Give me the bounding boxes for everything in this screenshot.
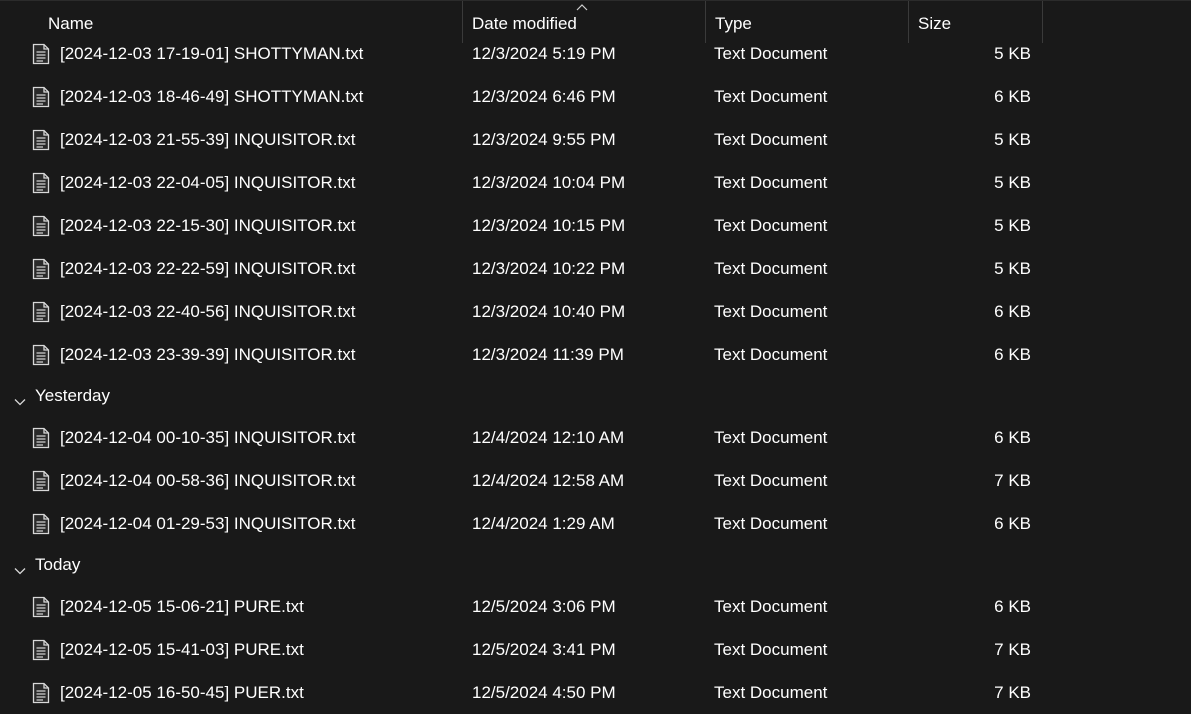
file-size: 7 KB xyxy=(994,640,1031,659)
column-header-type[interactable]: Type xyxy=(705,1,908,43)
column-header-size[interactable]: Size xyxy=(908,1,1043,43)
file-name: [2024-12-03 22-40-56] INQUISITOR.txt xyxy=(60,302,356,321)
text-file-icon xyxy=(32,427,50,449)
file-type: Text Document xyxy=(714,216,828,235)
file-name: [2024-12-04 00-58-36] INQUISITOR.txt xyxy=(60,471,356,490)
file-type: Text Document xyxy=(714,259,828,278)
column-header-size-label: Size xyxy=(918,14,952,33)
file-row[interactable]: [2024-12-04 00-58-36] INQUISITOR.txt 12/4… xyxy=(0,459,1191,502)
file-name: [2024-12-04 00-10-35] INQUISITOR.txt xyxy=(60,428,356,447)
file-row[interactable]: [2024-12-03 22-22-59] INQUISITOR.txt 12/3… xyxy=(0,247,1191,290)
sort-up-icon xyxy=(576,4,588,11)
file-size: 6 KB xyxy=(994,345,1031,364)
file-date-modified: 12/3/2024 10:04 PM xyxy=(472,173,626,192)
text-file-icon xyxy=(32,43,50,65)
file-row[interactable]: [2024-12-03 18-46-49] SHOTTYMAN.txt 12/3/… xyxy=(0,75,1191,118)
file-size: 6 KB xyxy=(994,597,1031,616)
column-header-name[interactable]: Name xyxy=(39,1,462,43)
file-row[interactable]: [2024-12-03 22-15-30] INQUISITOR.txt 12/3… xyxy=(0,204,1191,247)
text-file-icon xyxy=(32,129,50,151)
text-file-icon xyxy=(32,215,50,237)
file-date-modified: 12/4/2024 12:10 AM xyxy=(472,428,625,447)
file-type: Text Document xyxy=(714,130,828,149)
file-row[interactable]: [2024-12-03 22-04-05] INQUISITOR.txt 12/3… xyxy=(0,161,1191,204)
file-type: Text Document xyxy=(714,302,828,321)
file-type: Text Document xyxy=(714,597,828,616)
file-date-modified: 12/3/2024 6:46 PM xyxy=(472,87,616,106)
column-header-type-label: Type xyxy=(715,14,752,33)
text-file-icon xyxy=(32,596,50,618)
file-size: 5 KB xyxy=(994,259,1031,278)
file-type: Text Document xyxy=(714,345,828,364)
chevron-down-icon[interactable] xyxy=(14,391,26,406)
column-header-date-modified[interactable]: Date modified xyxy=(462,1,705,43)
file-name: [2024-12-03 22-15-30] INQUISITOR.txt xyxy=(60,216,356,235)
chevron-down-icon[interactable] xyxy=(14,560,26,575)
text-file-icon xyxy=(32,301,50,323)
text-file-icon xyxy=(32,86,50,108)
file-name: [2024-12-03 22-22-59] INQUISITOR.txt xyxy=(60,259,356,278)
file-row[interactable]: [2024-12-03 23-39-39] INQUISITOR.txt 12/3… xyxy=(0,333,1191,376)
file-date-modified: 12/4/2024 1:29 AM xyxy=(472,514,615,533)
file-size: 5 KB xyxy=(994,216,1031,235)
text-file-icon xyxy=(32,470,50,492)
group-header[interactable]: Today xyxy=(0,547,1191,583)
column-header-date-label: Date modified xyxy=(472,14,577,33)
file-name: [2024-12-04 01-29-53] INQUISITOR.txt xyxy=(60,514,356,533)
file-date-modified: 12/3/2024 9:55 PM xyxy=(472,130,616,149)
file-size: 6 KB xyxy=(994,514,1031,533)
file-date-modified: 12/3/2024 10:22 PM xyxy=(472,259,626,278)
file-row[interactable]: [2024-12-05 15-06-21] PURE.txt 12/5/2024 … xyxy=(0,585,1191,628)
file-date-modified: 12/5/2024 3:06 PM xyxy=(472,597,616,616)
file-name: [2024-12-03 22-04-05] INQUISITOR.txt xyxy=(60,173,356,192)
file-row[interactable]: [2024-12-04 00-10-35] INQUISITOR.txt 12/4… xyxy=(0,416,1191,459)
text-file-icon xyxy=(32,258,50,280)
file-type: Text Document xyxy=(714,173,828,192)
file-size: 5 KB xyxy=(994,130,1031,149)
file-size: 6 KB xyxy=(994,428,1031,447)
file-date-modified: 12/3/2024 11:39 PM xyxy=(472,345,624,364)
text-file-icon xyxy=(32,639,50,661)
file-type: Text Document xyxy=(714,471,828,490)
file-type: Text Document xyxy=(714,87,828,106)
file-name: [2024-12-03 21-55-39] INQUISITOR.txt xyxy=(60,130,356,149)
file-row[interactable]: [2024-12-03 22-40-56] INQUISITOR.txt 12/3… xyxy=(0,290,1191,333)
file-row[interactable]: [2024-12-05 15-41-03] PURE.txt 12/5/2024 … xyxy=(0,628,1191,671)
file-name: [2024-12-03 23-39-39] INQUISITOR.txt xyxy=(60,345,356,364)
file-name: [2024-12-03 18-46-49] SHOTTYMAN.txt xyxy=(60,87,364,106)
file-size: 6 KB xyxy=(994,87,1031,106)
text-file-icon xyxy=(32,172,50,194)
file-row[interactable]: [2024-12-05 16-50-45] PUER.txt 12/5/2024 … xyxy=(0,671,1191,714)
file-type: Text Document xyxy=(714,514,828,533)
column-header-bar: Name Date modified Type Size xyxy=(0,1,1191,43)
file-list-view: Name Date modified Type Size [2024-12-03… xyxy=(0,0,1191,714)
file-type: Text Document xyxy=(714,683,828,702)
group-header-label: Yesterday xyxy=(35,386,110,405)
group-header[interactable]: Yesterday xyxy=(0,378,1191,414)
column-header-name-label: Name xyxy=(48,14,94,33)
file-date-modified: 12/3/2024 10:40 PM xyxy=(472,302,626,321)
file-size: 7 KB xyxy=(994,471,1031,490)
group-header-label: Today xyxy=(35,555,81,574)
file-row[interactable]: [2024-12-04 01-29-53] INQUISITOR.txt 12/4… xyxy=(0,502,1191,545)
file-type: Text Document xyxy=(714,428,828,447)
file-date-modified: 12/4/2024 12:58 AM xyxy=(472,471,625,490)
file-size: 7 KB xyxy=(994,683,1031,702)
file-name: [2024-12-05 15-06-21] PURE.txt xyxy=(60,597,304,616)
file-name: [2024-12-05 15-41-03] PURE.txt xyxy=(60,640,304,659)
file-date-modified: 12/5/2024 4:50 PM xyxy=(472,683,616,702)
text-file-icon xyxy=(32,513,50,535)
file-name: [2024-12-05 16-50-45] PUER.txt xyxy=(60,683,304,702)
file-date-modified: 12/5/2024 3:41 PM xyxy=(472,640,616,659)
file-type: Text Document xyxy=(714,640,828,659)
file-size: 6 KB xyxy=(994,302,1031,321)
text-file-icon xyxy=(32,344,50,366)
file-row[interactable]: [2024-12-03 21-55-39] INQUISITOR.txt 12/3… xyxy=(0,118,1191,161)
file-date-modified: 12/3/2024 10:15 PM xyxy=(472,216,626,235)
file-size: 5 KB xyxy=(994,173,1031,192)
text-file-icon xyxy=(32,682,50,704)
